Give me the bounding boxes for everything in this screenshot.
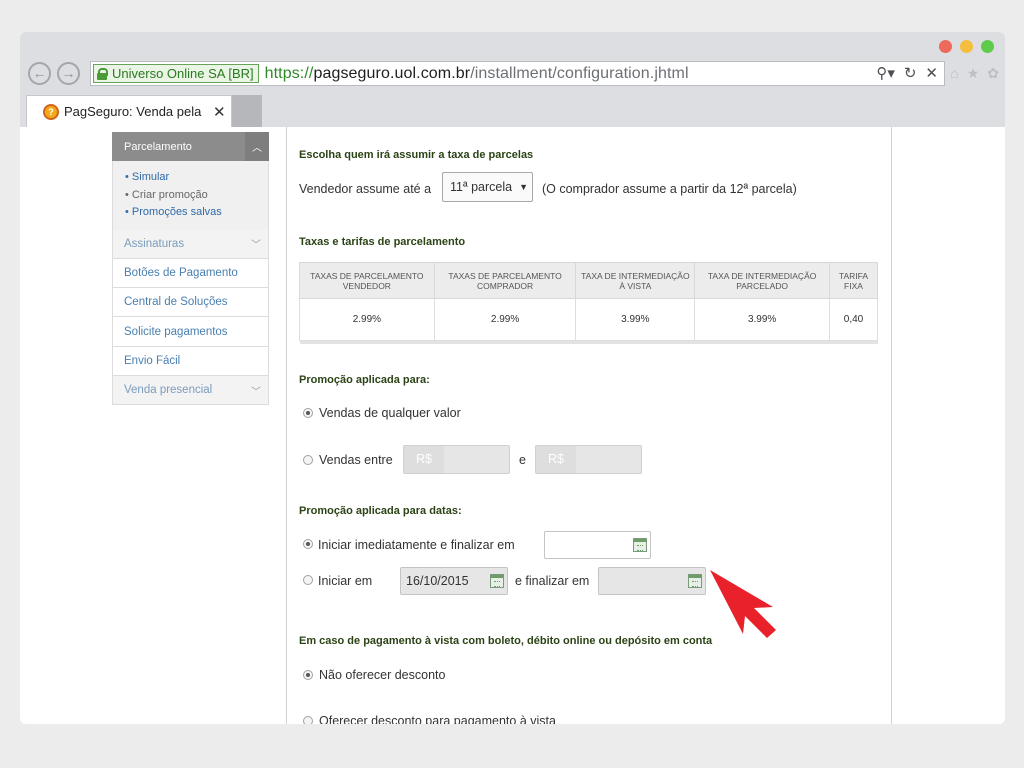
sidebar-menu: Parcelamento ︿ • Simular • Criar promoçã… [112, 132, 269, 406]
sidebar-item-envio-facil[interactable]: Envio Fácil [112, 346, 269, 376]
close-icon[interactable]: ✕ [925, 64, 938, 82]
sidebar-item-solicite-pagamentos[interactable]: Solicite pagamentos [112, 317, 269, 347]
vendor-label: Vendedor assume até a [299, 182, 432, 196]
sidebar-item-central-solucoes[interactable]: Central de Soluções [112, 288, 269, 318]
and-label: e [519, 453, 526, 467]
browser-tab[interactable]: ? PagSeguro: Venda pela in ✕ [26, 95, 232, 127]
installment-select[interactable]: 11ª parcela ▼ [442, 172, 533, 202]
new-tab-button[interactable] [232, 95, 262, 127]
forward-button[interactable]: → [57, 62, 80, 85]
section-heading-promocao: Promoção aplicada para: [299, 374, 430, 386]
chevron-up-icon[interactable]: ︿ [245, 132, 269, 161]
page-content: Parcelamento ︿ • Simular • Criar promoçã… [20, 127, 1005, 724]
cert-label: Universo Online SA [BR] [112, 66, 254, 81]
refresh-icon[interactable]: ↻ [904, 64, 917, 82]
sidebar-item-venda-presencial[interactable]: Venda presencial ﹀ [112, 375, 269, 406]
table-cell: 3.99% [575, 298, 696, 341]
security-badge[interactable]: Universo Online SA [BR] [93, 64, 259, 83]
address-actions: ⚲▾ ↻ ✕ [876, 64, 938, 82]
table-header: Taxas de parcelamento comprador [433, 262, 577, 299]
table-header-row: Taxas de parcelamento vendedor Taxas de … [299, 262, 878, 299]
currency-prefix: R$ [536, 446, 576, 473]
toolbar-icons: ⌂ ★ ✿ [950, 65, 999, 82]
between-label: Vendas entre [319, 453, 393, 467]
table-cell: 2.99% [433, 298, 577, 341]
address-bar[interactable]: Universo Online SA [BR] https://pagsegur… [90, 61, 945, 86]
url-path: /installment/configuration.jhtml [470, 64, 689, 82]
table-cell: 2.99% [299, 298, 435, 341]
table-row: 2.99% 2.99% 3.99% 3.99% 0,40 [299, 298, 878, 341]
start-at-label: Iniciar em [318, 574, 373, 588]
close-window-button[interactable] [939, 40, 952, 53]
chevron-down-icon: ﹀ [251, 386, 261, 398]
max-value-input[interactable]: R$ [535, 445, 642, 474]
url-host: pagseguro.uol.com.br [313, 64, 471, 82]
end-date-input-disabled[interactable] [598, 567, 706, 595]
calendar-icon[interactable] [633, 538, 647, 552]
section-heading-desconto: Em caso de pagamento à vista com boleto,… [299, 635, 713, 647]
no-discount-label: Não oferecer desconto [319, 668, 446, 682]
lock-icon [97, 67, 108, 80]
dropdown-arrow-icon: ▼ [519, 182, 528, 192]
tab-title: PagSeguro: Venda pela in [64, 104, 204, 119]
discount-label: Oferecer desconto para pagamento à vista [319, 714, 556, 724]
radio-discount[interactable] [303, 716, 313, 724]
rates-table: Taxas de parcelamento vendedor Taxas de … [299, 262, 878, 344]
submenu-item-simular[interactable]: • Simular [125, 169, 268, 187]
section-heading-tarifas: Taxas e tarifas de parcelamento [299, 236, 466, 248]
sidebar-item-botoes-pagamento[interactable]: Botões de Pagamento [112, 258, 269, 289]
radio-start-at[interactable] [303, 575, 313, 585]
radio-start-immediately[interactable] [303, 539, 313, 549]
pagseguro-favicon-icon: ? [43, 103, 59, 120]
end-label: e finalizar em [515, 574, 590, 588]
divider [891, 127, 892, 724]
radio-any-value[interactable] [303, 408, 313, 418]
table-header: Tarifa fixa [829, 262, 878, 299]
radio-between[interactable] [303, 455, 313, 465]
gear-icon[interactable]: ✿ [987, 65, 999, 82]
start-date-input[interactable]: 16/10/2015 [400, 567, 508, 595]
radio-no-discount[interactable] [303, 670, 313, 680]
red-pointer-arrow-icon [710, 570, 776, 638]
table-header: Taxa de intermediação parcelado [694, 262, 830, 299]
calendar-icon[interactable] [490, 574, 504, 588]
sidebar-item-parcelamento[interactable]: Parcelamento ︿ [112, 132, 269, 161]
table-header: Taxa de intermediação à vista [575, 262, 696, 299]
currency-prefix: R$ [404, 446, 444, 473]
back-button[interactable]: ← [28, 62, 51, 85]
home-icon[interactable]: ⌂ [950, 65, 958, 82]
window-controls [939, 40, 994, 53]
divider [286, 127, 287, 724]
min-value-input[interactable]: R$ [403, 445, 510, 474]
maximize-window-button[interactable] [981, 40, 994, 53]
section-heading-taxa: Escolha quem irá assumir a taxa de parce… [299, 149, 534, 161]
star-icon[interactable]: ★ [967, 65, 980, 82]
sidebar-submenu: • Simular • Criar promoção • Promoções s… [112, 161, 269, 230]
table-cell: 0,40 [829, 298, 878, 341]
section-heading-datas: Promoção aplicada para datas: [299, 505, 462, 517]
tab-close-icon[interactable]: ✕ [213, 103, 226, 121]
any-value-label: Vendas de qualquer valor [319, 406, 461, 420]
browser-chrome: ← → Universo Online SA [BR] https://pags… [20, 32, 1005, 127]
url-text[interactable]: https://pagseguro.uol.com.br/installment… [265, 65, 689, 83]
url-scheme: https:// [264, 64, 314, 82]
sidebar-item-label: Parcelamento [124, 140, 192, 153]
minimize-window-button[interactable] [960, 40, 973, 53]
browser-window: ← → Universo Online SA [BR] https://pags… [20, 32, 1005, 724]
buyer-note: (O comprador assume a partir da 12ª parc… [542, 182, 797, 196]
calendar-icon[interactable] [688, 574, 702, 588]
table-header: Taxas de parcelamento vendedor [299, 262, 435, 299]
chevron-down-icon: ﹀ [251, 240, 261, 252]
submenu-item-criar-promocao[interactable]: • Criar promoção [125, 187, 268, 205]
submenu-item-promocoes-salvas[interactable]: • Promoções salvas [125, 204, 268, 222]
sidebar-item-assinaturas[interactable]: Assinaturas ﹀ [112, 229, 269, 259]
table-cell: 3.99% [694, 298, 830, 341]
search-icon[interactable]: ⚲▾ [876, 64, 895, 82]
table-footer [299, 340, 878, 344]
start-immediately-label: Iniciar imediatamente e finalizar em [318, 538, 515, 552]
end-date-input[interactable] [544, 531, 651, 559]
